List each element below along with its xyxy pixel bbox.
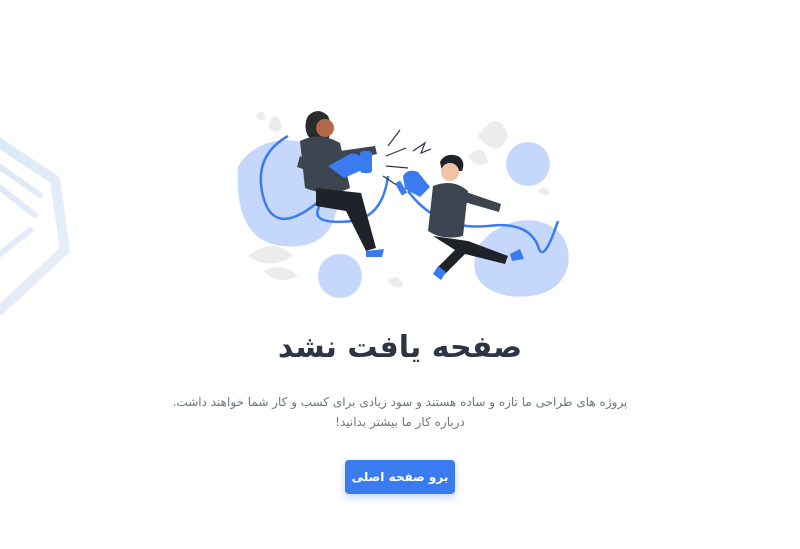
hexagon-outline-decor-icon [0,137,70,315]
unplugged-cable-illustration-icon [237,111,569,298]
plug-right-icon [394,170,430,197]
page-description: پروژه های طراحی ما تازه و ساده هستند و س… [172,395,628,429]
page-title: صفحه یافت نشد [277,330,523,365]
go-home-button[interactable]: برو صفحه اصلی [345,460,455,494]
